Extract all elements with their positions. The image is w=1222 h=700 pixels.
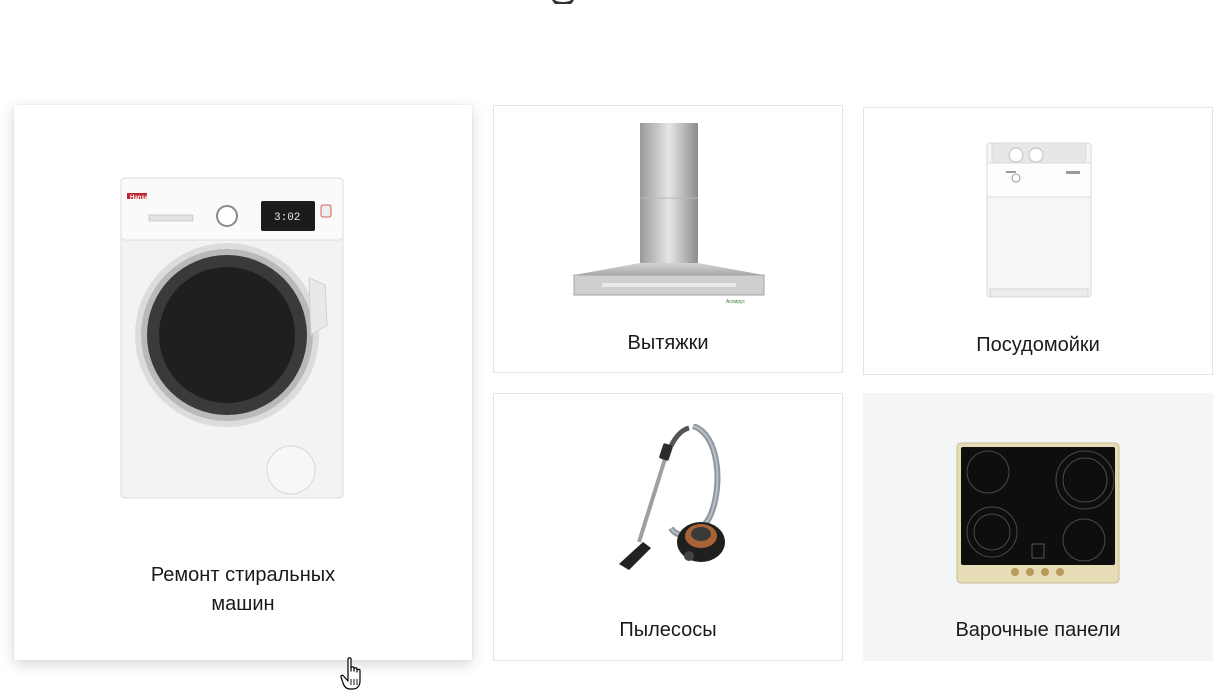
card-title: Ремонт стиральных машин [150,564,336,615]
card-title: Вытяжки [627,332,709,354]
hob-image [956,442,1120,584]
cooker-hood-image: Аспирус [573,123,765,305]
dishwasher-image [986,142,1092,298]
hand-cursor-icon [340,657,361,690]
card-dishwashers[interactable]: Посудомойки [863,107,1213,375]
card-title: Варочные панели [955,619,1121,641]
card-title: Посудомойки [976,334,1100,356]
card-washing-machine-repair[interactable]: Hansa 3:02 Ремонт стиральных машин [14,105,472,660]
section-heading-fragment [551,0,581,4]
card-title: Пылесосы [619,619,717,641]
washing-machine-image: Hansa 3:02 [120,177,344,499]
card-cooker-hoods[interactable]: Аспирус Вытяжки [493,105,843,373]
card-vacuum-cleaners[interactable]: Пылесосы [493,393,843,661]
brand-label: Hansa [130,195,149,201]
vacuum-cleaner-image [619,424,725,570]
watermark-label: Аспирус [726,299,746,305]
services-section: Hansa 3:02 Ремонт стиральных машин Аспир… [0,0,1222,700]
card-hobs[interactable]: Варочные панели [863,393,1213,661]
display-readout: 3:02 [274,212,300,224]
